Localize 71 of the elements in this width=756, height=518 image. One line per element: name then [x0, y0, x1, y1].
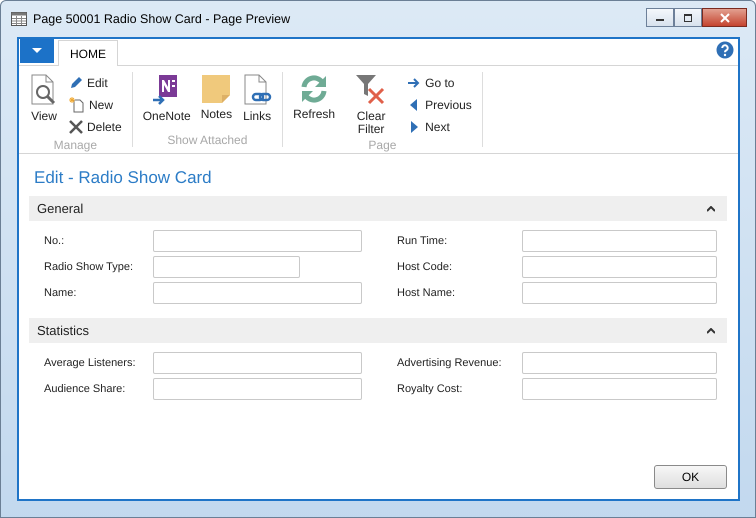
field-label: Host Code:: [397, 261, 454, 273]
document-link-icon: [242, 74, 272, 106]
field-label: Audience Share:: [44, 383, 126, 395]
button-label: Links: [243, 110, 272, 123]
ribbon-button[interactable]: View: [27, 72, 61, 138]
dropdown-icon: [32, 48, 42, 54]
close-icon: [718, 12, 730, 22]
ribbon-button[interactable]: Notes: [198, 72, 234, 133]
ribbon-button[interactable]: Refresh: [291, 72, 338, 138]
input-field[interactable]: [153, 282, 362, 304]
field-label: Average Listeners:: [44, 357, 137, 369]
page-title: Edit - Radio Show Card: [34, 168, 213, 188]
group-label: Show Attached: [166, 133, 248, 147]
ribbon-button[interactable]: Go to: [405, 72, 474, 94]
delete-icon: [69, 120, 83, 134]
field-label: Run Time:: [397, 235, 448, 247]
ribbon-button[interactable]: Links: [240, 72, 274, 133]
input-field[interactable]: [522, 230, 717, 252]
ribbon-button[interactable]: New: [67, 94, 124, 116]
section-header[interactable]: General: [29, 196, 727, 221]
field-label: Name:: [44, 287, 78, 299]
input-field[interactable]: [522, 352, 717, 374]
minimize-button[interactable]: [646, 8, 674, 27]
menu-button[interactable]: [20, 39, 54, 63]
ribbon-button[interactable]: Clear Filter: [343, 72, 400, 138]
arrow-right-icon: [407, 77, 422, 89]
section-header[interactable]: Statistics: [29, 318, 727, 343]
close-button[interactable]: [702, 8, 747, 27]
button-label: Previous: [425, 98, 472, 112]
input-field[interactable]: [153, 230, 362, 252]
ribbon-button[interactable]: OneNote: [140, 72, 193, 133]
table-icon: [11, 12, 27, 26]
ribbon-button[interactable]: Previous: [405, 94, 474, 116]
button-label: New: [89, 98, 114, 112]
button-label: Edit: [87, 76, 108, 90]
sticky-note-icon: [201, 74, 232, 104]
input-field[interactable]: [522, 282, 717, 304]
ribbon-button[interactable]: Delete: [67, 116, 124, 138]
group-label: Manage: [52, 138, 98, 152]
input-field[interactable]: [153, 352, 362, 374]
button-label: Delete: [87, 120, 122, 134]
button-label: Notes: [200, 108, 232, 121]
input-field[interactable]: [522, 256, 717, 278]
button-label: Next: [425, 120, 450, 134]
field-label: Advertising Revenue:: [397, 357, 503, 369]
button-label: Go to: [425, 76, 454, 90]
pencil-icon: [69, 76, 83, 90]
field-label: Royalty Cost:: [397, 383, 464, 395]
field-label: Radio Show Type:: [44, 261, 134, 273]
section-title: Statistics: [37, 323, 90, 338]
button-label: OneNote: [142, 110, 191, 123]
button-label: Refresh: [293, 108, 336, 121]
input-field[interactable]: [153, 378, 362, 400]
section-title: General: [37, 201, 84, 216]
field-label: Host Name:: [397, 287, 456, 299]
window-title: Page 50001 Radio Show Card - Page Preview: [33, 12, 290, 26]
field-label: No.:: [44, 235, 66, 247]
input-field[interactable]: [522, 378, 717, 400]
button-label: View: [31, 110, 57, 123]
new-document-icon: [69, 97, 85, 113]
group-label: Page: [367, 138, 398, 152]
ribbon-button[interactable]: Next: [405, 116, 474, 138]
input-field[interactable]: [153, 256, 300, 278]
ok-button[interactable]: OK: [654, 465, 727, 489]
maximize-button[interactable]: [674, 8, 702, 27]
refresh-icon: [299, 74, 330, 104]
maximize-icon: [683, 14, 693, 22]
ribbon-button[interactable]: Edit: [67, 72, 124, 94]
ribbon-tab[interactable]: HOME: [58, 40, 118, 66]
help-icon[interactable]: [716, 41, 734, 59]
button-label: Clear Filter: [356, 110, 386, 136]
